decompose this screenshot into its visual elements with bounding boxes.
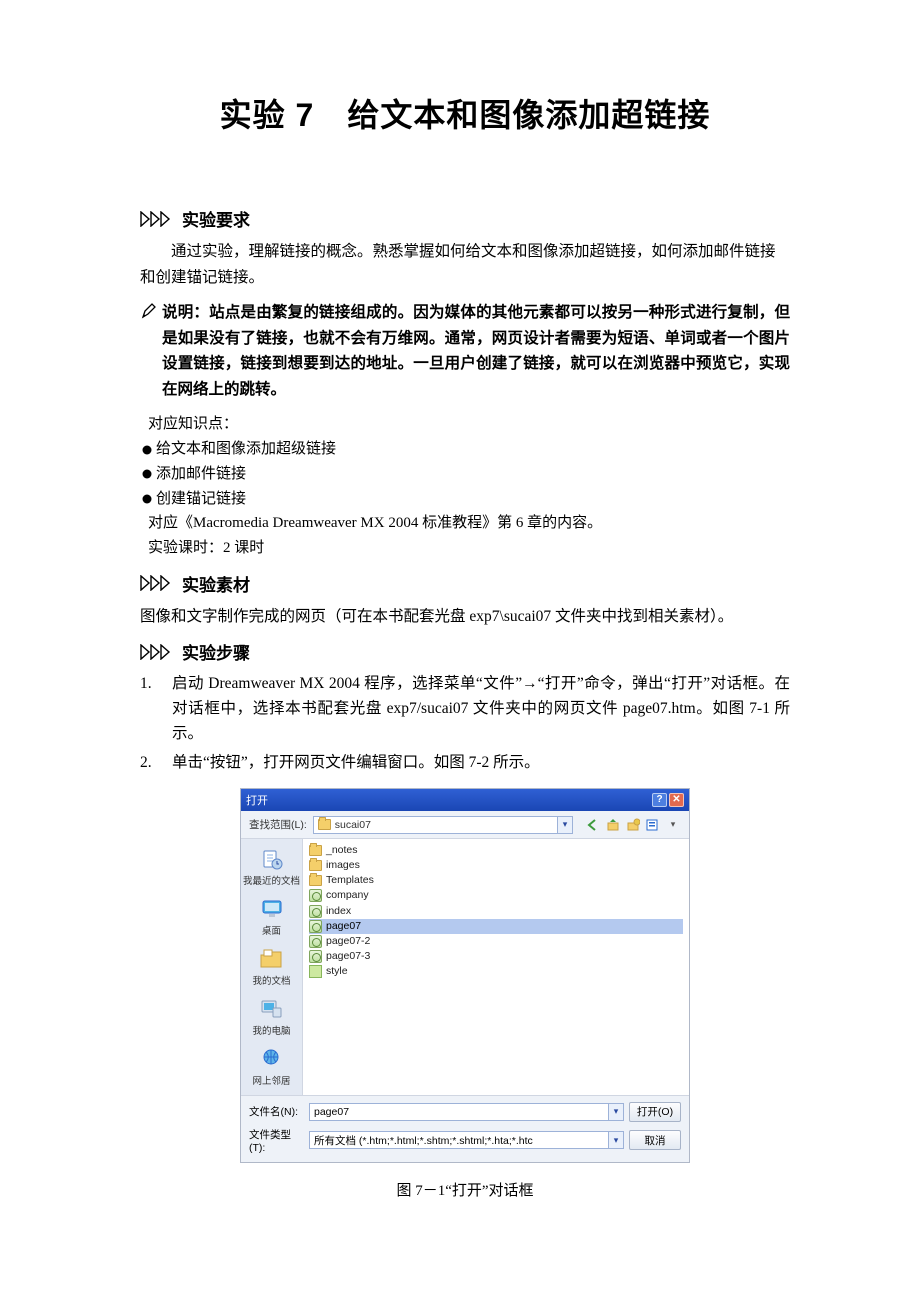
place-my-documents[interactable]: 我的文档 — [252, 947, 290, 987]
dropdown-button[interactable]: ▾ — [609, 1103, 624, 1121]
step-2: 单击“按钮”，打开网页文件编辑窗口。如图 7-2 所示。 — [140, 751, 790, 776]
new-folder-icon[interactable] — [625, 817, 641, 833]
dropdown-button[interactable]: ▾ — [609, 1131, 624, 1149]
section-materials-head: 实验素材 — [140, 571, 790, 596]
filetype-select[interactable]: 所有文档 (*.htm;*.html;*.shtm;*.shtml;*.hta;… — [309, 1131, 609, 1149]
section-marker-icon — [140, 644, 176, 660]
place-my-computer[interactable]: 我的电脑 — [252, 997, 290, 1037]
file-item-htm[interactable]: index — [309, 904, 683, 919]
file-name: company — [326, 888, 369, 903]
bullet-icon — [143, 445, 152, 454]
steps-list: 启动 Dreamweaver MX 2004 程序，选择菜单“文件”→“打开”命… — [140, 672, 790, 775]
file-name: Templates — [326, 873, 374, 888]
section-requirements-label: 实验要求 — [182, 206, 250, 231]
recent-docs-icon — [257, 847, 285, 871]
bullet-icon — [143, 495, 152, 504]
file-name: page07-3 — [326, 949, 370, 964]
section-steps-head: 实验步骤 — [140, 639, 790, 664]
place-label: 我的文档 — [252, 973, 290, 987]
cancel-button[interactable]: 取消 — [629, 1130, 681, 1150]
folder-icon — [309, 860, 322, 871]
network-icon — [257, 1047, 285, 1071]
my-documents-icon — [257, 947, 285, 971]
bullet-icon — [143, 470, 152, 479]
file-item-css[interactable]: style — [309, 964, 683, 979]
section-marker-icon — [140, 575, 176, 591]
open-button[interactable]: 打开(O) — [629, 1102, 681, 1122]
help-button[interactable]: ? — [652, 793, 667, 807]
figure-caption: 图 7－1“打开”对话框 — [140, 1179, 790, 1200]
bullet-text: 给文本和图像添加超级链接 — [156, 437, 336, 462]
section-materials-label: 实验素材 — [182, 571, 250, 596]
file-item-htm[interactable]: company — [309, 888, 683, 903]
places-bar: 我最近的文档 桌面 我的文档 我的电脑 — [241, 839, 303, 1095]
file-name: _notes — [326, 843, 358, 858]
place-network[interactable]: 网上邻居 — [252, 1047, 290, 1087]
dw-file-icon — [309, 905, 322, 918]
section-requirements-head: 实验要求 — [140, 206, 790, 231]
materials-paragraph: 图像和文字制作完成的网页（可在本书配套光盘 exp7\sucai07 文件夹中找… — [140, 604, 790, 630]
bullet-link-text-image: 给文本和图像添加超级链接 — [142, 437, 790, 462]
section-marker-icon — [140, 211, 176, 227]
file-item-htm[interactable]: page07-2 — [309, 934, 683, 949]
place-label: 桌面 — [262, 923, 281, 937]
folder-icon — [309, 845, 322, 856]
hours-line: 实验课时：2 课时 — [148, 536, 790, 561]
dialog-title-text: 打开 — [246, 792, 268, 808]
file-name: style — [326, 964, 348, 979]
dropdown-button[interactable]: ▾ — [558, 816, 573, 834]
dw-file-icon — [309, 950, 322, 963]
up-one-level-icon[interactable] — [605, 817, 621, 833]
file-item-folder[interactable]: Templates — [309, 873, 683, 888]
lookin-label: 查找范围(L): — [249, 817, 307, 832]
folder-icon — [318, 819, 331, 830]
my-computer-icon — [257, 997, 285, 1021]
bullet-anchor-link: 创建锚记链接 — [142, 487, 790, 512]
file-item-htm[interactable]: page07-3 — [309, 949, 683, 964]
file-item-htm-selected[interactable]: page07 — [309, 919, 683, 934]
dw-file-icon — [309, 935, 322, 948]
place-label: 网上邻居 — [252, 1073, 290, 1087]
step-1: 启动 Dreamweaver MX 2004 程序，选择菜单“文件”→“打开”命… — [140, 672, 790, 746]
section-steps-label: 实验步骤 — [182, 639, 250, 664]
note-block: 说明：站点是由繁复的链接组成的。因为媒体的其他元素都可以按另一种形式进行复制，但… — [140, 300, 790, 412]
filename-input[interactable]: page07 — [309, 1103, 609, 1121]
bullet-text: 添加邮件链接 — [156, 462, 246, 487]
folder-icon — [309, 875, 322, 886]
css-file-icon — [309, 965, 322, 978]
place-label: 我的电脑 — [252, 1023, 290, 1037]
file-name: page07 — [326, 919, 361, 934]
lookin-combo[interactable]: sucai07 — [313, 816, 558, 834]
chevron-down-icon[interactable]: ▾ — [665, 817, 681, 833]
dw-file-icon — [309, 920, 322, 933]
filetype-label: 文件类型(T): — [249, 1127, 304, 1154]
page-title: 实验 7 给文本和图像添加超链接 — [140, 90, 790, 136]
close-button[interactable]: ✕ — [669, 793, 684, 807]
place-recent[interactable]: 我最近的文档 — [243, 847, 300, 887]
dialog-titlebar[interactable]: 打开 ? ✕ — [241, 789, 689, 811]
file-item-folder[interactable]: images — [309, 858, 683, 873]
place-desktop[interactable]: 桌面 — [258, 897, 286, 937]
filename-label: 文件名(N): — [249, 1104, 304, 1119]
bullet-mail-link: 添加邮件链接 — [142, 462, 790, 487]
knowledge-label: 对应知识点： — [148, 412, 790, 437]
file-name: images — [326, 858, 360, 873]
desktop-icon — [258, 897, 286, 921]
note-text: 说明：站点是由繁复的链接组成的。因为媒体的其他元素都可以按另一种形式进行复制，但… — [162, 300, 790, 402]
open-dialog: 打开 ? ✕ 查找范围(L): sucai07 ▾ — [240, 788, 690, 1163]
dw-file-icon — [309, 889, 322, 902]
file-item-folder[interactable]: _notes — [309, 843, 683, 858]
reference-line: 对应《Macromedia Dreamweaver MX 2004 标准教程》第… — [148, 511, 790, 536]
pen-icon — [140, 302, 158, 325]
place-label: 我最近的文档 — [243, 873, 300, 887]
back-icon[interactable] — [585, 817, 601, 833]
file-name: page07-2 — [326, 934, 370, 949]
view-menu-icon[interactable] — [645, 817, 661, 833]
file-list-pane[interactable]: _notes images Templates company index pa… — [303, 839, 689, 1095]
bullet-text: 创建锚记链接 — [156, 487, 246, 512]
lookin-value: sucai07 — [335, 819, 371, 831]
requirements-paragraph: 通过实验，理解链接的概念。熟悉掌握如何给文本和图像添加超链接，如何添加邮件链接和… — [140, 239, 790, 290]
file-name: index — [326, 904, 351, 919]
